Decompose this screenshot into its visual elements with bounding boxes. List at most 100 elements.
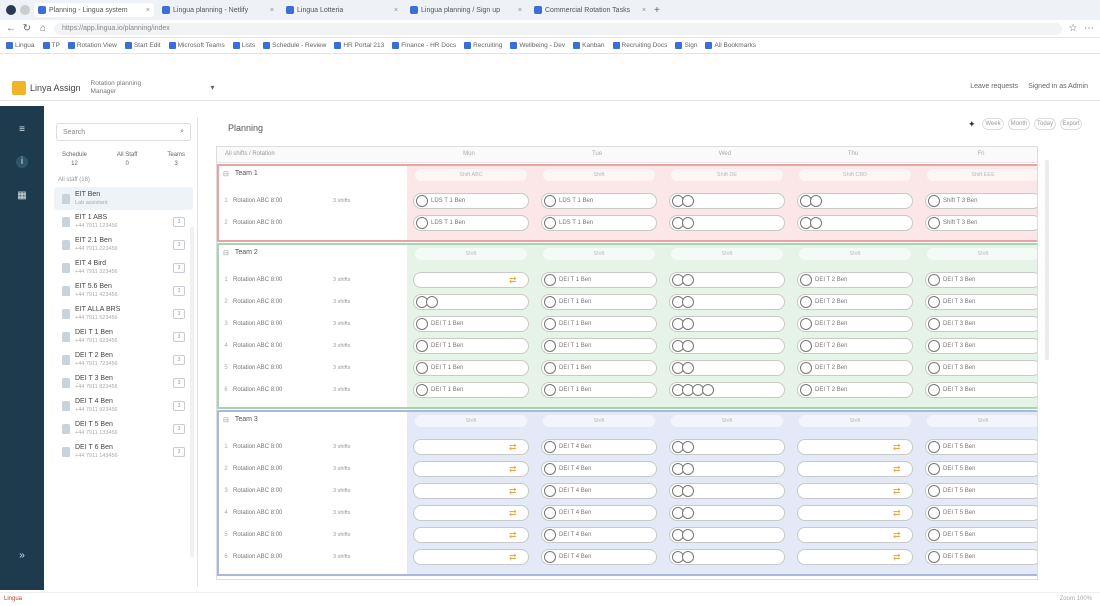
staff-scrollbar[interactable] [190, 227, 194, 557]
team-toggle-icon[interactable]: ⊟ [223, 170, 229, 178]
assignment-cell[interactable]: DEI T 1 Ben [413, 316, 529, 332]
browser-tab[interactable]: Commercial Rotation Tasks × [530, 3, 650, 17]
team-toggle-icon[interactable]: ⊟ [223, 416, 229, 424]
close-icon[interactable]: × [146, 7, 150, 14]
assignment-cell[interactable]: DEI T 4 Ben [541, 505, 657, 521]
assignment-cell[interactable] [669, 338, 785, 354]
assignment-cell[interactable]: DEI T 2 Ben [797, 382, 913, 398]
assignment-cell[interactable]: ⇄ [797, 505, 913, 521]
grid-scrollbar[interactable] [1045, 160, 1049, 360]
assignment-cell[interactable] [797, 193, 913, 209]
assignment-cell[interactable]: ⇄ [413, 483, 529, 499]
swap-icon[interactable]: ⇄ [893, 508, 904, 518]
assignment-cell[interactable]: DEI T 1 Ben [413, 382, 529, 398]
assignment-cell[interactable]: ⇄ [413, 505, 529, 521]
assignment-cell[interactable] [669, 505, 785, 521]
swap-icon[interactable]: ⇄ [509, 275, 520, 285]
view-today-button[interactable]: Today [1034, 118, 1056, 130]
bookmark-item[interactable]: Microsoft Teams [168, 42, 225, 49]
project-selector[interactable]: Rotation planning Manager [91, 80, 211, 96]
staff-list-item[interactable]: EIT 4 Bird +44 7911 323456 3 [54, 256, 193, 279]
browser-tab[interactable]: Lingua Lotteria × [282, 3, 402, 17]
assignment-cell[interactable]: LDS T 1 Ben [541, 215, 657, 231]
window-menu-icon[interactable] [6, 5, 16, 15]
home-icon[interactable]: ⌂ [38, 23, 48, 34]
user-menu[interactable]: Signed in as Admin [1028, 83, 1088, 90]
staff-list-item[interactable]: DEI T 2 Ben +44 7911 723456 3 [54, 348, 193, 371]
assignment-cell[interactable]: DEI T 4 Ben [541, 483, 657, 499]
assignment-cell[interactable]: ⇄ [797, 483, 913, 499]
bookmark-item[interactable]: Kanban [573, 42, 605, 49]
assignment-cell[interactable]: DEI T 5 Ben [925, 527, 1037, 543]
swap-icon[interactable]: ⇄ [509, 530, 520, 540]
assignment-cell[interactable]: DEI T 5 Ben [925, 505, 1037, 521]
assignment-cell[interactable] [669, 527, 785, 543]
chevron-down-icon[interactable]: ▾ [211, 83, 215, 92]
staff-filter-tab[interactable]: Schedule 12 [62, 151, 87, 169]
swap-icon[interactable]: ⇄ [509, 442, 520, 452]
assignment-cell[interactable] [669, 483, 785, 499]
assignment-cell[interactable]: DEI T 5 Ben [925, 549, 1037, 565]
close-icon[interactable]: × [518, 7, 522, 14]
swap-icon[interactable]: ⇄ [893, 442, 904, 452]
bookmark-item[interactable]: Rotation View [67, 42, 117, 49]
close-icon[interactable]: × [642, 7, 646, 14]
browser-tab[interactable]: Lingua planning / Sign up × [406, 3, 526, 17]
staff-list-item[interactable]: EIT Ben Lab assistant [54, 187, 193, 210]
swap-icon[interactable]: ⇄ [509, 552, 520, 562]
assignment-cell[interactable] [669, 382, 785, 398]
star-icon[interactable]: ☆ [1068, 23, 1078, 34]
assignment-cell[interactable]: DEI T 4 Ben [541, 461, 657, 477]
assignment-cell[interactable]: DEI T 3 Ben [925, 338, 1037, 354]
staff-list-item[interactable]: EIT 2.1 Ben +44 7911 223456 3 [54, 233, 193, 256]
bookmark-item[interactable]: HR Portal 213 [334, 42, 384, 49]
assignment-cell[interactable]: ⇄ [413, 527, 529, 543]
staff-list-item[interactable]: DEI T 6 Ben +44 7911 143456 3 [54, 440, 193, 463]
assignment-cell[interactable]: DEI T 1 Ben [541, 338, 657, 354]
leave-requests-link[interactable]: Leave requests [970, 83, 1018, 90]
assignment-cell[interactable]: ⇄ [413, 549, 529, 565]
assignment-cell[interactable]: DEI T 1 Ben [413, 338, 529, 354]
back-icon[interactable]: ← [6, 23, 16, 34]
bookmark-item[interactable]: Lists [232, 42, 255, 49]
assignment-cell[interactable]: DEI T 3 Ben [925, 382, 1037, 398]
assignment-cell[interactable]: DEI T 3 Ben [925, 272, 1037, 288]
assignment-cell[interactable]: DEI T 1 Ben [541, 294, 657, 310]
view-export-button[interactable]: Export [1060, 118, 1082, 130]
browser-tab[interactable]: Lingua planning - Netlify × [158, 3, 278, 17]
assignment-cell[interactable]: DEI T 2 Ben [797, 338, 913, 354]
staff-search-input[interactable]: Search ⌕ [56, 123, 191, 141]
assignment-cell[interactable]: DEI T 5 Ben [925, 461, 1037, 477]
assignment-cell[interactable]: ⇄ [413, 439, 529, 455]
assignment-cell[interactable] [669, 439, 785, 455]
assignment-cell[interactable]: ⇄ [797, 549, 913, 565]
assignment-cell[interactable]: Shift T 3 Ben [925, 193, 1037, 209]
assignment-cell[interactable]: ⇄ [797, 439, 913, 455]
assignment-cell[interactable]: ⇄ [797, 461, 913, 477]
assignment-cell[interactable]: LDS T 1 Ben [541, 193, 657, 209]
assignment-cell[interactable]: DEI T 5 Ben [925, 439, 1037, 455]
assignment-cell[interactable]: DEI T 1 Ben [413, 360, 529, 376]
swap-icon[interactable]: ⇄ [893, 464, 904, 474]
staff-list-item[interactable]: EIT 5.6 Ben +44 7911 423456 3 [54, 279, 193, 302]
url-field[interactable]: https://app.lingua.io/planning/index [54, 22, 1062, 35]
bookmark-item[interactable]: Wellbeing - Dev [510, 42, 565, 49]
staff-list-item[interactable]: DEI T 1 Ben +44 7911 623456 3 [54, 325, 193, 348]
assignment-cell[interactable]: ⇄ [413, 461, 529, 477]
assignment-cell[interactable]: DEI T 2 Ben [797, 272, 913, 288]
staff-filter-tab[interactable]: Teams 3 [167, 151, 185, 169]
assignment-cell[interactable] [669, 316, 785, 332]
staff-list-item[interactable]: DEI T 5 Ben +44 7911 133456 3 [54, 417, 193, 440]
bookmark-item[interactable]: Recruiting [464, 42, 502, 49]
assignment-cell[interactable]: LDS T 1 Ben [413, 193, 529, 209]
assignment-cell[interactable]: DEI T 1 Ben [541, 382, 657, 398]
staff-list-item[interactable]: DEI T 4 Ben +44 7911 923456 3 [54, 394, 193, 417]
staff-list-item[interactable]: EIT 1 ABS +44 7911 123456 3 [54, 210, 193, 233]
bookmark-item[interactable]: Recruiting Docs [612, 42, 667, 49]
calendar-icon[interactable]: ▦ [16, 190, 28, 202]
assignment-cell[interactable]: DEI T 3 Ben [925, 294, 1037, 310]
assignment-cell[interactable]: LDS T 1 Ben [413, 215, 529, 231]
assignment-cell[interactable]: Shift T 3 Ben [925, 215, 1037, 231]
bookmark-item[interactable]: Start Edit [124, 42, 161, 49]
pin-icon[interactable]: ✦ [968, 119, 978, 129]
